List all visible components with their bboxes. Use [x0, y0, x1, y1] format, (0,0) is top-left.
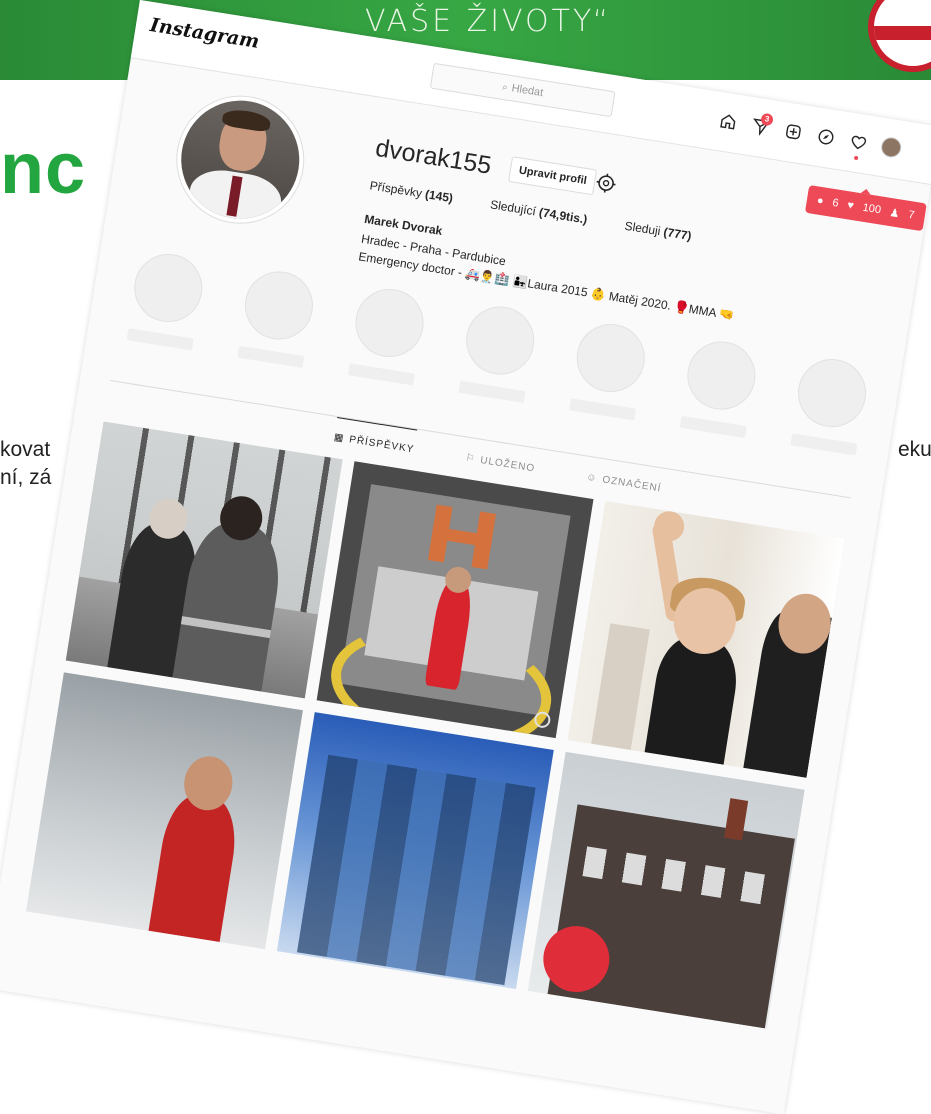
instagram-profile-page: Instagram ⌕ Hledat 3 ● 6 ♥ 100 ♟ 7 dvora… [0, 0, 931, 1114]
slide-text-left-1: kovat [0, 438, 51, 461]
settings-gear-icon[interactable] [593, 171, 618, 196]
instagram-screenshot: Instagram ⌕ Hledat 3 ● 6 ♥ 100 ♟ 7 dvora… [0, 0, 931, 1114]
posts-count[interactable]: Příspěvky (145) [369, 178, 454, 205]
new-post-icon[interactable] [782, 120, 805, 143]
post-thumbnail[interactable] [567, 500, 845, 778]
profile-avatar-icon[interactable] [879, 135, 903, 159]
like-icon: ♥ [846, 199, 855, 213]
highlight-item[interactable] [458, 301, 540, 403]
notification-popover[interactable]: ● 6 ♥ 100 ♟ 7 [804, 184, 927, 232]
post-thumbnail[interactable] [276, 712, 554, 989]
heart-icon[interactable] [847, 131, 870, 161]
slide-slogan: VAŠE ŽIVOTY“ [365, 4, 612, 39]
notif-followers: 7 [907, 208, 916, 222]
notif-likes: 100 [861, 201, 882, 217]
post-thumbnail[interactable] [65, 421, 343, 699]
tab-tagged[interactable]: ☺ OZNAČENÍ [585, 458, 664, 495]
activity-dot [853, 155, 859, 161]
tag-icon: ☺ [585, 471, 599, 485]
notif-comments: 6 [831, 196, 840, 210]
profile-picture[interactable] [167, 86, 314, 233]
instagram-logo[interactable]: Instagram [149, 14, 261, 53]
tab-posts[interactable]: ▦ PŘÍSPĚVKY [333, 416, 418, 456]
followers-count[interactable]: Sledující (74,9tis.) [489, 197, 588, 226]
post-thumbnail[interactable] [26, 672, 303, 950]
post-thumbnail[interactable] [316, 461, 594, 739]
highlight-item[interactable] [679, 336, 761, 439]
highlight-item[interactable] [126, 249, 208, 351]
home-icon[interactable] [717, 110, 740, 133]
slide-text-left-2: ní, zá [0, 466, 52, 489]
slide-text-right-1: eku [898, 438, 931, 461]
explore-icon[interactable] [815, 126, 838, 149]
highlight-item[interactable] [569, 319, 650, 421]
edit-profile-button[interactable]: Upravit profil [508, 156, 598, 196]
search-placeholder: Hledat [510, 82, 545, 100]
tab-saved[interactable]: ⚐ ULOŽENO [465, 439, 538, 475]
slide-heading: nc [0, 129, 87, 209]
follower-icon: ♟ [888, 206, 901, 220]
highlight-item[interactable] [790, 354, 871, 456]
following-count[interactable]: Sleduji (777) [624, 219, 693, 243]
grid-icon: ▦ [333, 431, 346, 445]
bookmark-icon: ⚐ [464, 452, 477, 466]
search-input[interactable]: ⌕ Hledat [429, 62, 616, 118]
highlight-item[interactable] [237, 266, 318, 368]
highlight-item[interactable] [347, 284, 429, 386]
search-icon: ⌕ [501, 81, 509, 94]
comment-icon: ● [816, 194, 825, 208]
post-thumbnail[interactable] [527, 751, 805, 1029]
profile-username: dvorak155 [373, 133, 494, 180]
main-nav: 3 [717, 110, 903, 161]
posts-grid [26, 421, 845, 1029]
direct-icon[interactable]: 3 [749, 112, 774, 138]
